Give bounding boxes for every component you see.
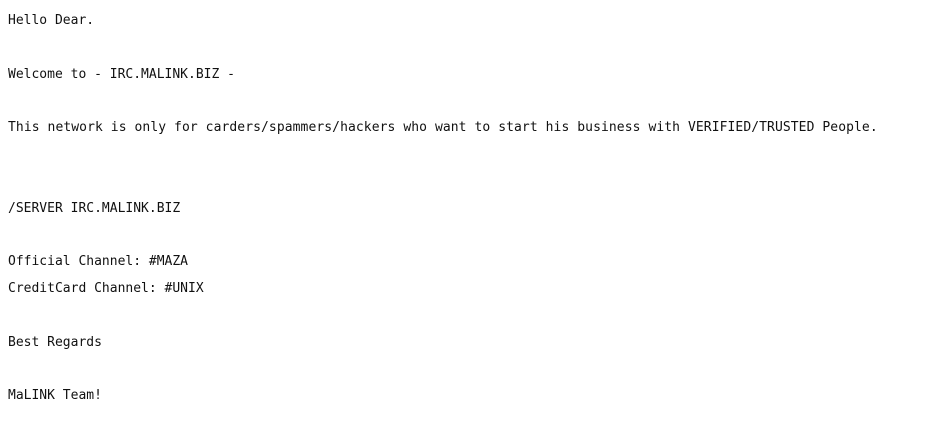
official-channel-line: Official Channel: #MAZA (8, 254, 189, 269)
server-command-line: /SERVER IRC.MALINK.BIZ (8, 201, 181, 216)
creditcard-channel-line: CreditCard Channel: #UNIX (8, 281, 204, 296)
message-body: Hello Dear. Welcome to - IRC.MALINK.BIZ … (8, 0, 948, 403)
closing-line: Best Regards (8, 335, 102, 350)
welcome-line: Welcome to - IRC.MALINK.BIZ - (8, 67, 235, 82)
signature-line: MaLINK Team! (8, 388, 102, 403)
greeting-line: Hello Dear. (8, 13, 95, 28)
description-line: This network is only for carders/spammer… (8, 120, 878, 135)
